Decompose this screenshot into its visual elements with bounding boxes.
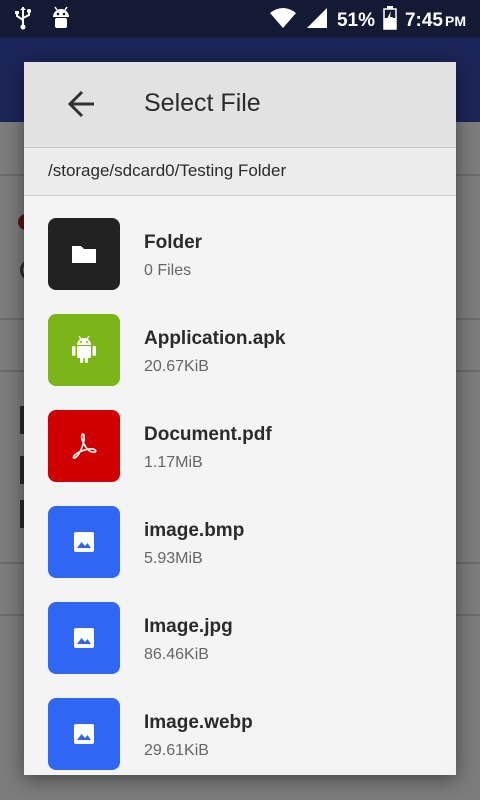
status-bar-notifications: [14, 6, 72, 35]
battery-icon: [383, 6, 397, 35]
list-item-image-jpg[interactable]: Image.jpg 86.46KiB: [24, 580, 456, 676]
file-name: image.bmp: [144, 520, 245, 541]
file-meta: 20.67KiB: [144, 358, 209, 375]
file-meta: 5.93MiB: [144, 550, 203, 567]
file-meta: 1.17MiB: [144, 454, 203, 471]
file-meta: 86.46KiB: [144, 646, 209, 663]
status-bar: 51% 7:45 PM: [0, 0, 480, 38]
file-meta: 29.61KiB: [144, 742, 209, 759]
signal-icon: [305, 7, 329, 34]
file-meta: 0 Files: [144, 262, 192, 279]
android-icon: [48, 314, 120, 386]
file-name: Folder: [144, 232, 203, 253]
file-name: Image.webp: [144, 712, 253, 733]
pdf-icon: [48, 410, 120, 482]
list-item-pdf[interactable]: Document.pdf 1.17MiB: [24, 388, 456, 484]
path-breadcrumb: /storage/sdcard0/Testing Folder: [24, 148, 456, 196]
dialog-title: Select File: [144, 89, 261, 117]
status-bar-system: 51% 7:45 PM: [269, 6, 466, 35]
clock-time: 7:45: [404, 9, 443, 31]
usb-icon: [14, 6, 32, 35]
dialog-header: Select File: [24, 62, 456, 148]
image-icon: [48, 698, 120, 770]
select-file-dialog: Select File /storage/sdcard0/Testing Fol…: [24, 62, 456, 775]
image-icon: [48, 602, 120, 674]
folder-icon: [48, 218, 120, 290]
list-item-apk[interactable]: Application.apk 20.67KiB: [24, 292, 456, 388]
battery-percent: 51%: [336, 9, 375, 31]
image-icon: [48, 506, 120, 578]
list-item-image-bmp[interactable]: image.bmp 5.93MiB: [24, 484, 456, 580]
list-item-folder[interactable]: Folder 0 Files: [24, 196, 456, 292]
back-button[interactable]: [58, 86, 102, 122]
file-name: Application.apk: [144, 328, 286, 349]
current-path: /storage/sdcard0/Testing Folder: [48, 161, 287, 180]
clock: 7:45 PM: [405, 10, 466, 32]
list-item-image-webp[interactable]: Image.webp 29.61KiB: [24, 676, 456, 772]
arrow-back-icon: [58, 90, 102, 126]
file-name: Document.pdf: [144, 424, 272, 445]
android-debug-icon: [50, 6, 72, 35]
clock-ampm: PM: [445, 12, 466, 29]
wifi-icon: [269, 7, 297, 34]
file-name: Image.jpg: [144, 616, 233, 637]
